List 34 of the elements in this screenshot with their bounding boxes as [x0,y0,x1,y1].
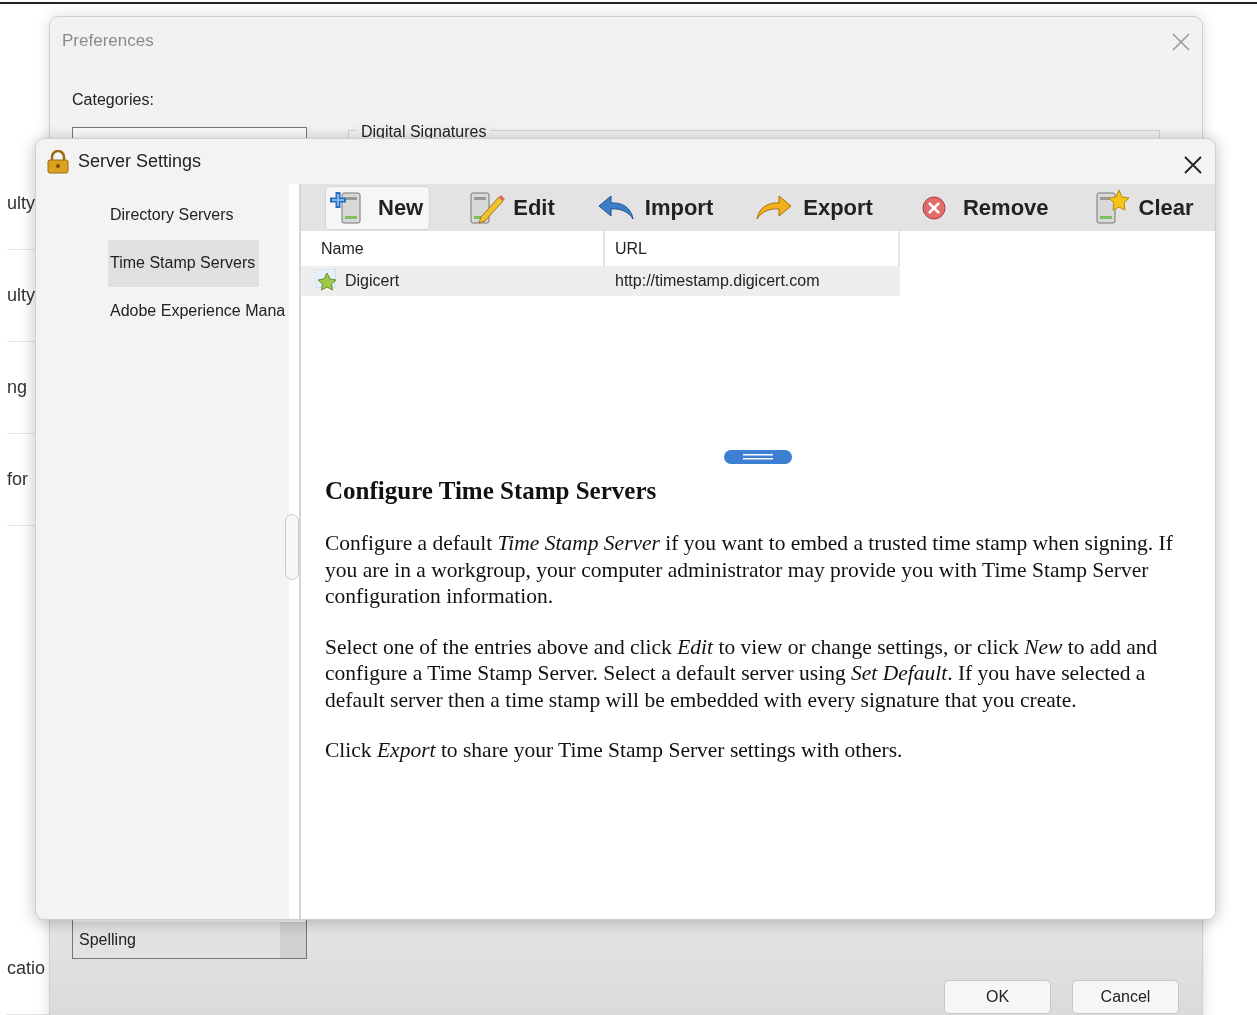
row-text: ng [7,376,28,399]
category-item[interactable]: Spelling [73,922,306,958]
sidebar-item[interactable]: Time Stamp Servers [108,240,259,287]
window-title: Server Settings [78,150,202,173]
row-text: ulty [7,284,35,307]
row-text: catio [7,957,46,980]
sidebar-item[interactable]: Directory Servers [108,192,259,239]
row-text: for [7,468,28,491]
table-cell[interactable]: http://timestamp.digicert.com [605,266,900,296]
lock-icon [47,149,69,174]
close-icon [1184,155,1202,174]
help-paragraph: Configure a default Time Stamp Server if you want to embed a trusted time stamp when signing. If you are in a workgroup, your computer administrator may provide you with Time Stamp Server configuration information. [325,530,1174,610]
close-icon [1172,32,1190,51]
cancel-button[interactable]: Cancel [1072,980,1179,1014]
new-button[interactable]: New [325,185,431,230]
clear-button[interactable]: Clear [1085,185,1201,230]
sidebar-item[interactable]: Adobe Experience Mana [108,288,288,335]
row-text: ulty [7,192,35,215]
row-name: Digicert [345,271,400,291]
help-paragraph: Select one of the entries above and click Edit to view or change settings, or click New to add and configure a Time Stamp Server. Select a default server using Set Default. If you have selected a default server then a time stamp will be embedded with every signature that you create. [325,633,1159,713]
grip-icon [743,454,773,460]
table-cell[interactable]: Digicert [301,266,605,296]
splitter-handle[interactable] [285,513,299,580]
remove-button[interactable]: Remove [909,185,1056,230]
import-button[interactable]: Import [591,185,721,230]
export-button[interactable]: Export [750,185,880,230]
edit-button[interactable]: Edit [460,185,562,230]
categories-label: Categories: [72,90,154,110]
ok-button[interactable]: OK [944,980,1051,1014]
window-title: Preferences [62,30,154,52]
help-paragraph: Click Export to share your Time Stamp Server settings with others. [325,737,904,764]
certificate-star-icon [315,269,339,293]
splitter-handle[interactable] [724,450,792,464]
help-heading: Configure Time Stamp Servers [325,476,658,506]
